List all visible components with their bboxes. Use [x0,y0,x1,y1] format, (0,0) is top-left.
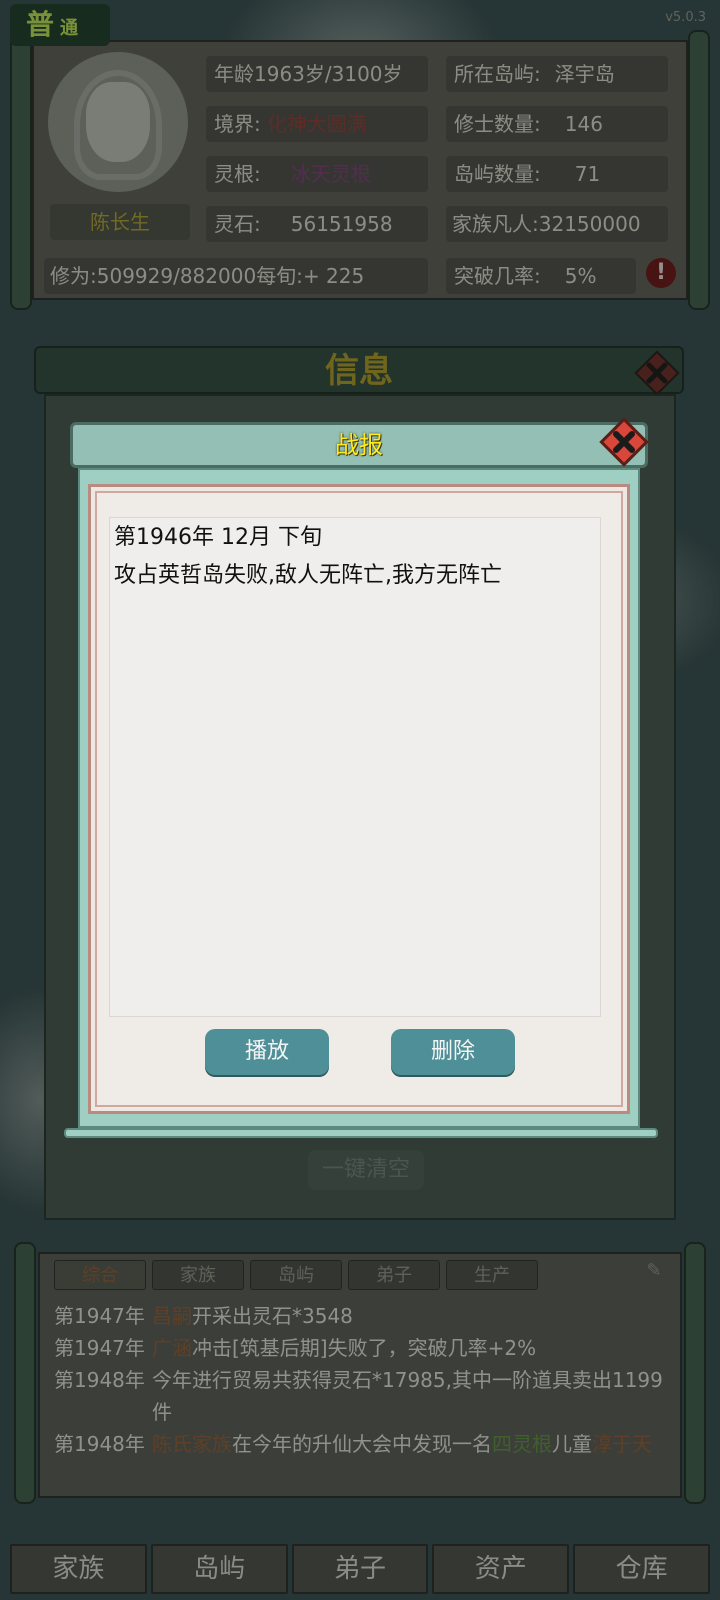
dialog-header: 战报 [70,422,648,468]
dialog-frame: 第1946年 12月 下旬 攻占英哲岛失败,敌人无阵亡,我方无阵亡 播放 删除 [78,468,640,1128]
battle-report-dialog: 战报 第1946年 12月 下旬 攻占英哲岛失败,敌人无阵亡,我方无阵亡 播放 … [64,417,658,1140]
dialog-paper: 第1946年 12月 下旬 攻占英哲岛失败,敌人无阵亡,我方无阵亡 播放 删除 [88,484,630,1114]
dialog-title: 战报 [335,431,383,459]
report-text: 攻占英哲岛失败,敌人无阵亡,我方无阵亡 [114,563,502,588]
dialog-close-icon[interactable] [598,416,650,468]
dialog-bottom-rod [64,1128,658,1138]
report-content: 第1946年 12月 下旬 攻占英哲岛失败,敌人无阵亡,我方无阵亡 [109,517,601,1017]
play-button[interactable]: 播放 [205,1029,329,1075]
report-date: 第1946年 12月 下旬 [114,525,322,550]
delete-button[interactable]: 删除 [391,1029,515,1075]
